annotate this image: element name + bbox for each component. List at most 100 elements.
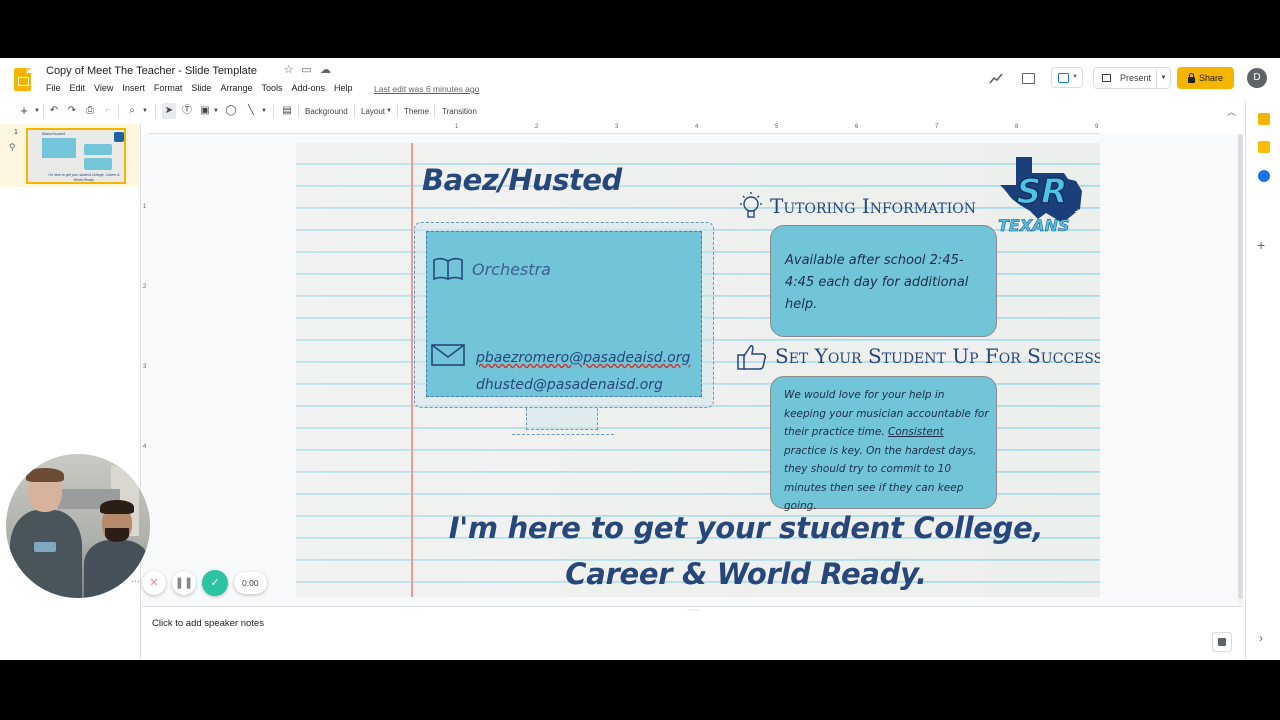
speaker-notes[interactable]: ⋯⋯ Click to add speaker notes (142, 606, 1242, 660)
shape-icon[interactable]: ◯ (224, 103, 238, 119)
tagline[interactable]: I'm here to get your student College, Ca… (426, 505, 1066, 597)
account-avatar[interactable]: D (1247, 68, 1267, 88)
comment-icon[interactable] (1020, 71, 1036, 87)
vertical-scrollbar[interactable] (1238, 134, 1243, 604)
notes-icon[interactable] (1258, 141, 1270, 153)
tutoring-text[interactable]: Available after school 2:45-4:45 each da… (785, 250, 985, 316)
horizontal-ruler: 1 2 3 4 5 6 7 8 9 (149, 124, 1099, 134)
explore-button[interactable] (1212, 632, 1232, 652)
line-dropdown-icon[interactable]: ▼ (260, 103, 268, 119)
menu-slide[interactable]: Slide (191, 83, 216, 93)
subject-text[interactable]: Orchestra (472, 260, 551, 279)
meet-icon (1058, 73, 1069, 83)
speaker-notes-placeholder[interactable]: Click to add speaker notes (152, 618, 264, 629)
lock-icon (1187, 72, 1195, 83)
thumb-tagline: I'm here to get your student College, Ca… (48, 173, 120, 182)
image-icon[interactable]: ▣ (198, 103, 212, 119)
success-info-box[interactable]: We would love for your help in keeping y… (770, 376, 997, 512)
person-1 (10, 510, 82, 598)
new-slide-dropdown-icon[interactable]: ▼ (33, 103, 41, 119)
margin-line (411, 143, 413, 597)
menu-tools[interactable]: Tools (261, 83, 287, 93)
logo-star-icon: ★ (1074, 207, 1082, 217)
recording-controls: ✕ ❚❚ ✓ 0:00 (142, 568, 267, 598)
finish-recording-button[interactable]: ✓ (202, 570, 228, 596)
text-box-icon[interactable]: Ⓣ (180, 103, 194, 119)
present-options-dropdown[interactable]: ▼ (1156, 68, 1170, 88)
link-icon: ⚲ (9, 142, 16, 152)
move-folder-icon[interactable]: ▭ (300, 64, 313, 77)
webcam-bubble[interactable] (6, 454, 150, 598)
consistent-underlined: Consistent (888, 426, 944, 438)
email-link-1[interactable]: pbaezromero@pasadeaisd.org (476, 350, 690, 366)
menu-arrange[interactable]: Arrange (220, 83, 257, 93)
monitor-screen[interactable] (426, 231, 702, 397)
monitor-stand (526, 408, 598, 430)
keep-icon[interactable] (1258, 113, 1270, 125)
line-icon[interactable]: ╲ (244, 103, 258, 119)
logo-wordmark: TEXANS (998, 216, 1070, 236)
layout-button[interactable]: Layout (361, 107, 385, 116)
menu-format[interactable]: Format (154, 83, 188, 93)
redo-icon[interactable]: ↷ (66, 103, 78, 119)
add-comment-icon[interactable]: ▤ (280, 103, 294, 119)
last-edit-link[interactable]: Last edit was 6 minutes ago (374, 84, 479, 94)
success-text[interactable]: We would love for your help in keeping y… (784, 386, 989, 516)
star-icon[interactable]: ☆ (282, 64, 295, 77)
present-icon (1102, 74, 1111, 82)
theme-button[interactable]: Theme (404, 107, 429, 116)
print-icon[interactable]: ⎙ (84, 103, 96, 119)
recording-timer: 0:00 (234, 572, 267, 594)
pause-recording-button[interactable]: ❚❚ (172, 571, 196, 595)
side-panel: + › (1245, 101, 1280, 660)
document-title[interactable]: Copy of Meet The Teacher - Slide Templat… (46, 65, 257, 77)
book-icon (433, 257, 463, 281)
menu-bar: File Edit View Insert Format Slide Arran… (46, 83, 362, 93)
slide-content[interactable]: Baez/Husted Orchestra pbaezromero@pasade… (296, 143, 1100, 597)
menu-edit[interactable]: Edit (70, 83, 91, 93)
menu-insert[interactable]: Insert (122, 83, 150, 93)
layout-dropdown-icon[interactable]: ▼ (385, 103, 393, 119)
mail-icon (431, 344, 465, 366)
activity-trend-icon[interactable] (988, 71, 1004, 87)
share-button[interactable]: Share (1177, 67, 1234, 89)
success-heading[interactable]: Set Your Student Up For Success (775, 344, 1100, 368)
present-button[interactable]: Present ▼ (1093, 67, 1171, 89)
menu-help[interactable]: Help (334, 83, 358, 93)
tutoring-heading[interactable]: Tutoring Information (770, 194, 976, 218)
chevron-down-icon: ▼ (1072, 74, 1078, 80)
paint-format-icon[interactable]: ⌐ (102, 103, 114, 119)
chevron-right-icon[interactable]: › (1259, 631, 1263, 645)
slides-logo-icon[interactable] (14, 68, 31, 91)
email-link-2[interactable]: dhusted@pasadenaisd.org (476, 377, 663, 393)
person-2 (84, 540, 150, 598)
collapse-menus-icon[interactable]: ︿ (1227, 105, 1236, 118)
select-cursor-icon[interactable]: ➤ (162, 103, 176, 119)
add-addon-icon[interactable]: + (1257, 237, 1265, 253)
slide-thumbnail-1[interactable]: Baez/Husted I'm here to get your student… (26, 128, 126, 184)
meet-button[interactable]: ▼ (1051, 67, 1083, 88)
zoom-icon[interactable]: ⌕ (126, 103, 138, 119)
zoom-dropdown-icon[interactable]: ▼ (141, 103, 149, 119)
menu-file[interactable]: File (46, 83, 66, 93)
present-label: Present (1120, 73, 1152, 83)
cloud-status-icon[interactable]: ☁ (319, 64, 332, 77)
logo-letters: SR (1017, 172, 1068, 212)
share-label: Share (1198, 73, 1224, 83)
menu-view[interactable]: View (94, 83, 118, 93)
thumb-logo (114, 132, 124, 142)
tutoring-info-box[interactable]: Available after school 2:45-4:45 each da… (770, 225, 997, 337)
new-slide-icon[interactable]: + (18, 103, 30, 119)
menu-addons[interactable]: Add-ons (291, 83, 330, 93)
thumbs-up-icon (737, 344, 766, 370)
image-dropdown-icon[interactable]: ▼ (212, 103, 220, 119)
toolbar: + ▼ ↶ ↷ ⎙ ⌐ ⌕ ▼ ➤ Ⓣ ▣ ▼ ◯ ╲ ▼ ▤ Backgrou… (0, 101, 1245, 122)
undo-icon[interactable]: ↶ (48, 103, 60, 119)
transition-button[interactable]: Transition (442, 107, 477, 116)
background-button[interactable]: Background (305, 107, 348, 116)
tasks-icon[interactable] (1258, 170, 1270, 182)
monitor-base (512, 429, 614, 435)
notes-resize-handle[interactable]: ⋯⋯ (687, 607, 699, 614)
title-bar: Copy of Meet The Teacher - Slide Templat… (0, 58, 1280, 101)
slide-title[interactable]: Baez/Husted (422, 163, 622, 197)
